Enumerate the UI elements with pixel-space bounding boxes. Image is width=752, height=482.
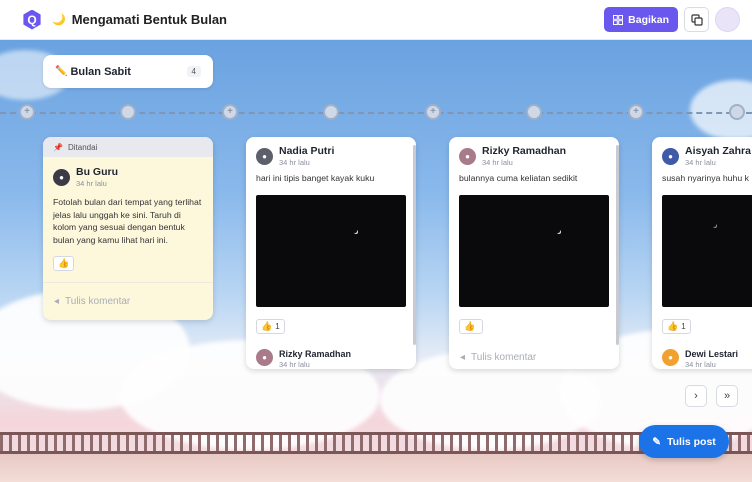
write-post-button[interactable]: ✎ Tulis post (639, 425, 729, 458)
add-section-icon[interactable]: + (628, 104, 644, 120)
page-title: 🌙 Mengamati Bentuk Bulan (52, 12, 227, 27)
add-section-icon[interactable]: + (222, 104, 238, 120)
post-card[interactable]: ● Aisyah Zahra 34 hr lalu susah nyarinya… (652, 137, 752, 369)
post-time: 34 hr lalu (685, 158, 716, 167)
post-text: bulannya cuma keliatan sedikit (459, 173, 578, 183)
board-canvas: ✏️ Bulan Sabit 4 + + + + 📌 Ditandai ● Bu… (0, 40, 752, 482)
post-author: Rizky Ramadhan (482, 145, 567, 157)
share-button-label: Bagikan (628, 13, 669, 26)
post-time: 34 hr lalu (279, 158, 310, 167)
thumbs-up-icon: 👍 (667, 321, 679, 331)
avatar: ● (459, 147, 476, 165)
pinned-label: 📌 Ditandai (43, 137, 213, 157)
section-header[interactable]: ✏️ Bulan Sabit 4 (43, 55, 213, 88)
comment-author: Dewi Lestari (685, 349, 739, 359)
post-time: 34 hr lalu (482, 158, 513, 167)
thumbs-up-icon: 👍 (58, 258, 70, 268)
add-section-icon[interactable]: + (425, 104, 441, 120)
section-title: Bulan Sabit (70, 65, 131, 78)
comment-time: 34 hr lalu (279, 360, 310, 369)
send-icon: ◂ (460, 351, 466, 363)
timeline-node (120, 104, 136, 120)
comment-item: ● Rizky Ramadhan 34 hr lalu (256, 349, 351, 369)
user-avatar[interactable] (715, 7, 740, 32)
post-text: susah nyarinya huhu k (662, 173, 749, 183)
post-card[interactable]: ● Nadia Putri 34 hr lalu hari ini tipis … (246, 137, 416, 369)
grid-icon (613, 14, 624, 25)
add-section-icon[interactable]: + (19, 104, 35, 120)
post-photo[interactable] (459, 195, 609, 307)
avatar: ● (662, 147, 679, 165)
copy-button[interactable] (684, 7, 709, 32)
comment-author: Rizky Ramadhan (279, 349, 352, 359)
post-photo[interactable] (662, 195, 752, 307)
pencil-icon: ✎ (652, 435, 661, 448)
top-bar: Q 🌙 Mengamati Bentuk Bulan Bagikan (0, 0, 752, 40)
section-count: 4 (186, 66, 201, 77)
like-count: 1 (275, 322, 280, 331)
next-page-button[interactable]: › (685, 385, 707, 407)
timeline-node (526, 104, 542, 120)
post-text: Fotolah bulan dari tempat yang terlihat … (53, 197, 202, 245)
crescent-moon-icon: 🌙 (52, 14, 66, 26)
post-author: Bu Guru (76, 166, 118, 178)
pinned-post-card[interactable]: 📌 Ditandai ● Bu Guru 34 hr lalu Fotolah … (43, 137, 213, 320)
timeline-node (729, 104, 745, 120)
like-button[interactable]: 👍 (53, 256, 75, 271)
timeline-node (323, 104, 339, 120)
thumbs-up-icon: 👍 (261, 321, 273, 331)
like-button[interactable]: 👍 1 (256, 319, 285, 334)
avatar: ● (53, 168, 70, 186)
comment-time: 34 hr lalu (685, 360, 716, 369)
avatar: ● (256, 147, 273, 165)
crescent-moon-in-photo (712, 223, 716, 227)
card-scrollbar[interactable] (413, 145, 416, 345)
crescent-moon-in-photo (353, 229, 357, 233)
comment-item: ● Dewi Lestari 34 hr lalu (662, 349, 738, 369)
like-count: 1 (681, 322, 686, 331)
last-page-button[interactable]: » (716, 385, 738, 407)
post-text: hari ini tipis banget kayak kuku (256, 173, 375, 183)
share-button[interactable]: Bagikan (604, 7, 678, 32)
app-logo[interactable]: Q (23, 9, 41, 30)
write-post-label: Tulis post (667, 435, 716, 448)
pin-icon: 📌 (53, 142, 63, 152)
post-card[interactable]: ● Rizky Ramadhan 34 hr lalu bulannya cum… (449, 137, 619, 369)
like-button[interactable]: 👍 1 (662, 319, 691, 334)
floor-decoration (0, 454, 752, 482)
post-time: 34 hr lalu (76, 179, 107, 188)
copy-icon (690, 13, 703, 26)
card-scrollbar[interactable] (616, 145, 619, 345)
like-button[interactable]: 👍 (459, 319, 484, 334)
chevron-right-icon: › (694, 390, 698, 402)
pencil-icon: ✏️ (55, 66, 68, 77)
page-title-text: Mengamati Bentuk Bulan (71, 12, 227, 27)
thumbs-up-icon: 👍 (464, 321, 476, 331)
comment-input[interactable]: ◂ Tulis komentar (449, 345, 619, 369)
avatar: ● (256, 349, 273, 366)
post-author: Nadia Putri (279, 145, 335, 157)
crescent-moon-in-photo (556, 229, 560, 233)
avatar: ● (662, 349, 679, 366)
double-chevron-right-icon: » (723, 390, 731, 402)
post-photo[interactable] (256, 195, 406, 307)
comment-input[interactable]: ◂ Tulis komentar (43, 282, 213, 320)
post-author: Aisyah Zahra (685, 145, 751, 157)
send-icon: ◂ (54, 296, 60, 307)
